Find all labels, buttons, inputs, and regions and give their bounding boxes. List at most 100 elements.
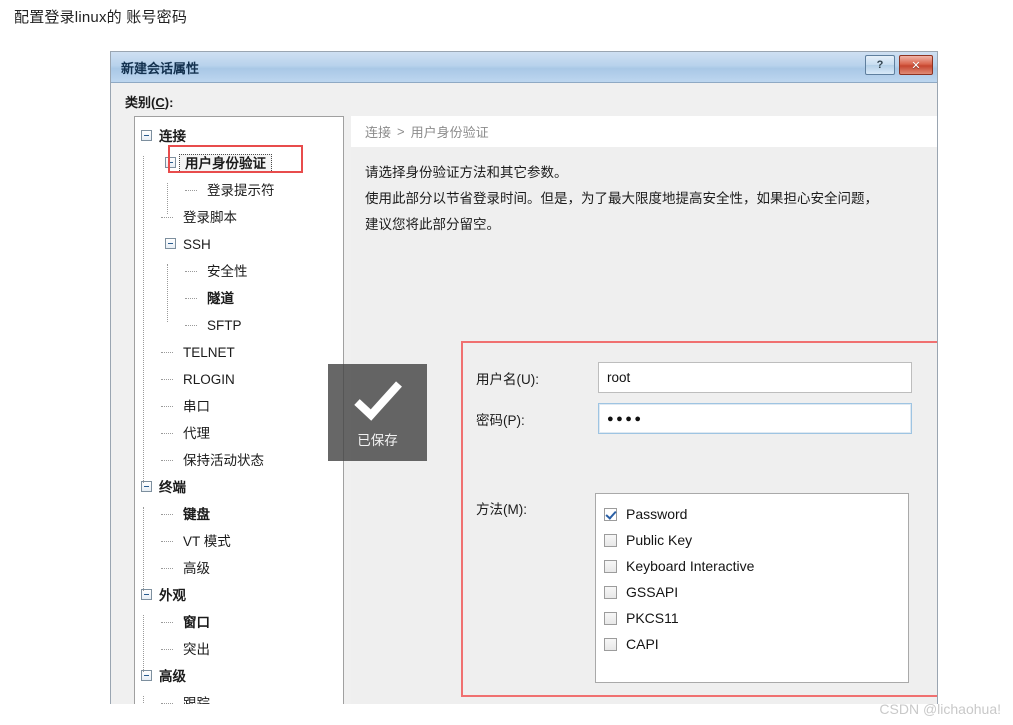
tree-item-label: 外观 xyxy=(159,587,186,603)
tree-item-label: 高级 xyxy=(183,560,210,576)
tree-connector xyxy=(161,622,173,623)
tree-item-1[interactable]: 用户身份验证 xyxy=(135,150,343,177)
tree-item-label: 登录提示符 xyxy=(207,182,275,198)
tree-item-9[interactable]: RLOGIN xyxy=(135,366,343,393)
auth-method-item[interactable]: Keyboard Interactive xyxy=(604,553,908,579)
username-input[interactable]: root xyxy=(598,362,912,393)
breadcrumb-root[interactable]: 连接 xyxy=(365,122,391,141)
tree-spine-1 xyxy=(167,183,168,214)
method-label: 方法(M): xyxy=(476,502,527,517)
watermark: CSDN @lichaohua! xyxy=(879,701,1001,717)
tree-item-label: SFTP xyxy=(207,317,242,333)
content-pane: 连接 > 用户身份验证 请选择身份验证方法和其它参数。 使用此部分以节省登录时间… xyxy=(351,116,937,704)
tree-item-17[interactable]: 外观 xyxy=(135,582,343,609)
checkbox-unchecked-icon[interactable] xyxy=(604,533,617,547)
tree-item-20[interactable]: 高级 xyxy=(135,663,343,690)
tree-item-10[interactable]: 串口 xyxy=(135,393,343,420)
tree-item-label: RLOGIN xyxy=(183,371,235,387)
tree-spine-5 xyxy=(143,696,144,704)
checkbox-unchecked-icon[interactable] xyxy=(604,637,617,651)
tree-item-label: VT 模式 xyxy=(183,533,231,549)
dialog-title: 新建会话属性 xyxy=(121,60,200,76)
collapse-icon[interactable] xyxy=(141,130,152,141)
tree-item-label: 用户身份验证 xyxy=(179,153,272,174)
tree-item-14[interactable]: 键盘 xyxy=(135,501,343,528)
tree-item-label: 登录脚本 xyxy=(183,209,237,225)
auth-method-list[interactable]: Password Public Key Keyboard Interactive GS… xyxy=(595,493,909,683)
checkbox-unchecked-icon[interactable] xyxy=(604,559,617,573)
tree-item-15[interactable]: VT 模式 xyxy=(135,528,343,555)
auth-method-label: GSSAPI xyxy=(626,584,679,600)
tree-connector xyxy=(161,460,173,461)
tree-item-label: 窗口 xyxy=(183,614,210,630)
tree-item-18[interactable]: 窗口 xyxy=(135,609,343,636)
dialog-body: 类别(C): 连接 用户身份验证 登录提示符 登录脚本 SSH 安全性 隧道 SFTP TELN… xyxy=(111,83,937,704)
help-icon[interactable]: ? xyxy=(865,55,895,75)
page-caption: 配置登录linux的 账号密码 xyxy=(14,9,188,26)
tree-connector xyxy=(161,352,173,353)
tree-connector xyxy=(161,406,173,407)
check-icon xyxy=(352,376,404,422)
tree-connector xyxy=(161,568,173,569)
category-label: 类别(C): xyxy=(125,95,174,110)
tree-item-21[interactable]: 跟踪 xyxy=(135,690,343,704)
auth-method-label: Keyboard Interactive xyxy=(626,558,755,574)
close-icon[interactable]: ✕ xyxy=(899,55,933,75)
checkbox-unchecked-icon[interactable] xyxy=(604,611,617,625)
tree-item-13[interactable]: 终端 xyxy=(135,474,343,501)
dialog-titlebar: 新建会话属性 ? ✕ xyxy=(111,52,937,83)
saved-toast-label: 已保存 xyxy=(357,433,398,448)
session-properties-dialog: 新建会话属性 ? ✕ 类别(C): 连接 用户身份验证 登录提示符 登录脚本 SSH 安全… xyxy=(110,51,938,704)
auth-method-item[interactable]: Public Key xyxy=(604,527,908,553)
tree-connector xyxy=(161,514,173,515)
collapse-icon[interactable] xyxy=(165,238,176,249)
tree-item-label: 突出 xyxy=(183,641,210,657)
tree-connector xyxy=(161,541,173,542)
tree-connector xyxy=(185,325,197,326)
tree-connector xyxy=(161,433,173,434)
tree-item-label: TELNET xyxy=(183,344,235,360)
tree-connector xyxy=(161,703,173,704)
tree-item-label: 保持活动状态 xyxy=(183,452,264,468)
description-line-1: 请选择身份验证方法和其它参数。 xyxy=(365,165,568,180)
tree-item-label: 连接 xyxy=(159,128,186,144)
auth-method-item[interactable]: CAPI xyxy=(604,631,908,657)
tree-connector xyxy=(161,379,173,380)
tree-item-label: 跟踪 xyxy=(183,695,210,704)
tree-item-4[interactable]: SSH xyxy=(135,231,343,258)
category-tree[interactable]: 连接 用户身份验证 登录提示符 登录脚本 SSH 安全性 隧道 SFTP TELNET RLOGI… xyxy=(134,116,344,704)
tree-item-label: 高级 xyxy=(159,668,186,684)
tree-item-8[interactable]: TELNET xyxy=(135,339,343,366)
tree-item-12[interactable]: 保持活动状态 xyxy=(135,447,343,474)
tree-spine-3 xyxy=(143,507,144,591)
auth-method-label: CAPI xyxy=(626,636,659,652)
auth-method-item[interactable]: PKCS11 xyxy=(604,605,908,631)
tree-item-label: 隧道 xyxy=(207,290,234,306)
checkbox-unchecked-icon[interactable] xyxy=(604,585,617,599)
titlebar-buttons: ? ✕ xyxy=(865,55,933,75)
tree-item-label: 代理 xyxy=(183,425,210,441)
tree-item-0[interactable]: 连接 xyxy=(135,123,343,150)
collapse-icon[interactable] xyxy=(165,157,176,168)
tree-spine-4 xyxy=(143,615,144,672)
auth-method-item[interactable]: Password xyxy=(604,501,908,527)
breadcrumb-separator-icon: > xyxy=(397,124,405,139)
auth-method-item[interactable]: GSSAPI xyxy=(604,579,908,605)
password-row: 密码(P): ●●●● xyxy=(476,403,912,434)
description-text: 请选择身份验证方法和其它参数。 使用此部分以节省登录时间。但是，为了最大限度地提… xyxy=(351,147,937,237)
tree-item-19[interactable]: 突出 xyxy=(135,636,343,663)
tree-connector xyxy=(161,649,173,650)
auth-method-label: Password xyxy=(626,506,688,522)
username-label: 用户名(U): xyxy=(476,371,539,387)
password-input[interactable]: ●●●● xyxy=(598,403,912,434)
auth-method-label: Public Key xyxy=(626,532,693,548)
tree-item-label: SSH xyxy=(183,236,211,252)
checkbox-checked-icon[interactable] xyxy=(604,507,617,521)
tree-connector xyxy=(185,298,197,299)
tree-item-11[interactable]: 代理 xyxy=(135,420,343,447)
password-label: 密码(P): xyxy=(476,412,525,428)
authentication-form-highlight: 用户名(U): root 密码(P): ●●●● 方法(M): Password… xyxy=(461,341,937,697)
password-masked-value: ●●●● xyxy=(607,412,644,425)
description-line-3: 建议您将此部分留空。 xyxy=(365,217,500,232)
tree-item-16[interactable]: 高级 xyxy=(135,555,343,582)
